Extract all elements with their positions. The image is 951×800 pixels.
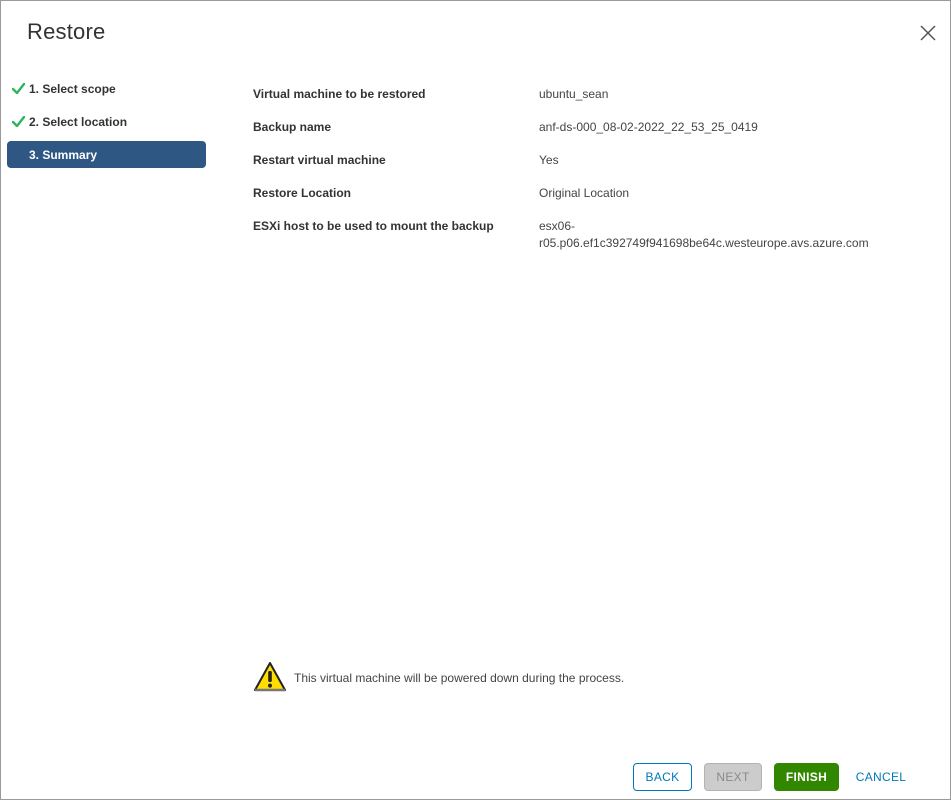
step-label: 3. Summary	[29, 147, 98, 162]
summary-key: Restart virtual machine	[253, 153, 386, 167]
step-select-location[interactable]: 2. Select location	[7, 108, 206, 135]
restore-dialog: Restore 1. Select scope 2. Select locati…	[0, 0, 951, 800]
dialog-title: Restore	[27, 19, 106, 44]
summary-row-backup-name: Backup name anf-ds-000_08-02-2022_22_53_…	[253, 120, 913, 136]
esxi-host-line-1: esx06-	[539, 219, 576, 233]
summary-value: Yes	[539, 153, 559, 167]
step-summary[interactable]: 3. Summary	[7, 141, 206, 168]
summary-value: ubuntu_sean	[539, 87, 609, 101]
check-icon	[7, 83, 29, 94]
summary-key: Backup name	[253, 120, 332, 134]
summary-table: Virtual machine to be restored ubuntu_se…	[253, 87, 913, 269]
summary-row-restart: Restart virtual machine Yes	[253, 153, 913, 169]
summary-row-location: Restore Location Original Location	[253, 186, 913, 202]
summary-row-esxi-host: ESXi host to be used to mount the backup…	[253, 219, 913, 252]
check-icon	[7, 116, 29, 127]
summary-key: Restore Location	[253, 186, 352, 200]
step-select-scope[interactable]: 1. Select scope	[7, 75, 206, 102]
summary-value: esx06- r05.p06.ef1c392749f941698be64c.we…	[539, 218, 913, 252]
esxi-host-line-2: r05.p06.ef1c392749f941698be64c.westeurop…	[539, 236, 869, 250]
warning-text: This virtual machine will be powered dow…	[294, 671, 625, 685]
close-icon[interactable]	[918, 23, 938, 43]
back-button[interactable]: BACK	[633, 763, 692, 791]
dialog-footer: BACK NEXT FINISH CANCEL	[633, 763, 925, 793]
summary-key: ESXi host to be used to mount the backup	[253, 219, 494, 233]
next-button[interactable]: NEXT	[704, 763, 762, 791]
summary-value: anf-ds-000_08-02-2022_22_53_25_0419	[539, 120, 758, 134]
summary-row-vm: Virtual machine to be restored ubuntu_se…	[253, 87, 913, 103]
step-label: 1. Select scope	[29, 81, 116, 96]
warning-icon	[253, 661, 287, 698]
cancel-button[interactable]: CANCEL	[849, 763, 913, 791]
summary-key: Virtual machine to be restored	[253, 87, 426, 101]
summary-value: Original Location	[539, 186, 630, 200]
wizard-steps: 1. Select scope 2. Select location 3. Su…	[7, 75, 206, 174]
warning-message: This virtual machine will be powered dow…	[253, 661, 624, 698]
step-label: 2. Select location	[29, 114, 128, 129]
finish-button[interactable]: FINISH	[774, 763, 839, 791]
